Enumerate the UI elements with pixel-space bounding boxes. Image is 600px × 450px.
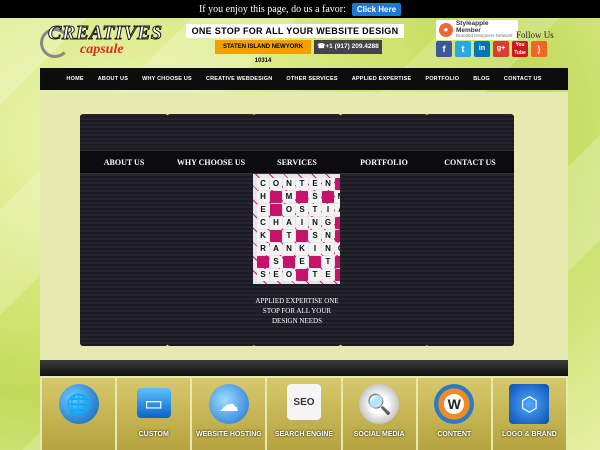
click-here-button[interactable]: Click Here: [351, 2, 402, 16]
facebook-icon[interactable]: f: [436, 41, 452, 57]
service-content-management[interactable]: W CONTENT: [417, 378, 491, 450]
panel-title: CONTACT US: [426, 150, 514, 174]
linkedin-icon[interactable]: in: [474, 41, 490, 57]
service-label: WEBSITE HOSTING: [195, 431, 262, 438]
panel-title: WHY CHOOSE US: [167, 150, 255, 174]
service-label: CONTENT: [437, 431, 472, 438]
location-badge: STATEN ISLAND NEWYORK 10314: [215, 40, 311, 64]
divider-strip: [40, 360, 568, 376]
seo-blocks-icon: SEO: [286, 384, 321, 420]
styleapple-subtitle: Branded Designers Network: [455, 33, 513, 39]
styleapple-badge[interactable]: ● Styleapple Member Branded Designers Ne…: [436, 20, 518, 40]
nav-about-us[interactable]: ABOUT US: [91, 76, 135, 82]
services-row: 🌐 ▭ CUSTOM ☁ WEBSITE HOSTING SEO SEARCH …: [40, 378, 568, 450]
site-logo[interactable]: CREATIVES capsule: [40, 22, 180, 62]
site-header: CREATIVES capsule ONE STOP FOR ALL YOUR …: [40, 18, 568, 66]
nav-applied-expertise[interactable]: APPLIED EXPERTISE: [345, 76, 419, 82]
panel-title: PORTFOLIO: [340, 150, 428, 174]
service-label: SOCIAL MEDIA: [353, 431, 405, 438]
monitor-icon: ▭: [136, 388, 171, 418]
follow-us-label: Follow Us: [516, 30, 554, 40]
magnifier-icon: 🔍: [359, 384, 400, 424]
youtube-icon[interactable]: You Tube: [512, 41, 528, 57]
service-search-engine[interactable]: SEO SEARCH ENGINE: [267, 378, 341, 450]
panel-caption: APPLIED EXPERTISE ONE STOP FOR ALL YOUR …: [255, 297, 339, 325]
panel-about-us[interactable]: ABOUT US: [80, 114, 168, 346]
googleplus-icon[interactable]: g+: [493, 41, 509, 57]
service-label: SEARCH ENGINE: [274, 431, 334, 438]
nav-portfolio[interactable]: PORTFOLIO: [418, 76, 466, 82]
wordpress-icon: W: [434, 384, 475, 424]
nav-blog[interactable]: BLOG: [466, 76, 497, 82]
panel-title: ABOUT US: [80, 150, 168, 174]
service-social-media[interactable]: 🔍 SOCIAL MEDIA: [342, 378, 416, 450]
twitter-icon[interactable]: t: [455, 41, 471, 57]
main-content: ABOUT US WHY CHOOSE US SERVICES CONTEN. …: [40, 92, 568, 450]
social-links: f t in g+ You Tube ): [436, 41, 547, 57]
service-label: LOGO & BRAND: [501, 431, 557, 438]
nav-why-choose-us[interactable]: WHY CHOOSE US: [135, 76, 199, 82]
accordion-panels: ABOUT US WHY CHOOSE US SERVICES CONTEN. …: [80, 114, 514, 346]
nav-contact-us[interactable]: CONTACT US: [497, 76, 549, 82]
service-website-hosting[interactable]: ☁ WEBSITE HOSTING: [192, 378, 266, 450]
brand-network-icon: ⬡: [509, 384, 550, 424]
service-webdesign[interactable]: 🌐: [42, 378, 116, 450]
globe-icon: 🌐: [58, 384, 99, 424]
crossword-image: CONTEN. H.M.S.M E.OSTIA CHAING. K.T.SN. …: [253, 174, 341, 284]
rss-icon[interactable]: ): [531, 41, 547, 57]
phone-number: +1 (917) 209.4288: [325, 43, 379, 50]
favor-bar: If you enjoy this page, do us a favor: C…: [0, 0, 600, 18]
nav-creative-webdesign[interactable]: CREATIVE WEBDESIGN: [199, 76, 279, 82]
service-custom-templates[interactable]: ▭ CUSTOM: [117, 378, 191, 450]
cloud-globe-icon: ☁: [208, 384, 249, 424]
tagline: ONE STOP FOR ALL YOUR WEBSITE DESIGN NEE…: [186, 24, 404, 50]
nav-home[interactable]: HOME: [59, 76, 90, 82]
favor-text: If you enjoy this page, do us a favor:: [198, 3, 346, 15]
service-label: CUSTOM: [138, 431, 169, 438]
nav-other-services[interactable]: OTHER SERVICES: [279, 76, 344, 82]
panel-why-choose-us[interactable]: WHY CHOOSE US: [167, 114, 255, 346]
main-nav: HOME ABOUT US WHY CHOOSE US CREATIVE WEB…: [40, 68, 568, 90]
panel-contact-us[interactable]: CONTACT US: [426, 114, 514, 346]
logo-text-bottom: capsule: [80, 42, 124, 57]
panel-portfolio[interactable]: PORTFOLIO: [340, 114, 428, 346]
service-logo-brand[interactable]: ⬡ LOGO & BRAND: [492, 378, 566, 450]
phone-badge: ☎+1 (917) 209.4288: [314, 40, 382, 54]
panel-title: SERVICES: [253, 150, 341, 174]
panel-services[interactable]: SERVICES CONTEN. H.M.S.M E.OSTIA CHAING.…: [253, 114, 341, 346]
styleapple-icon: ●: [439, 23, 453, 37]
